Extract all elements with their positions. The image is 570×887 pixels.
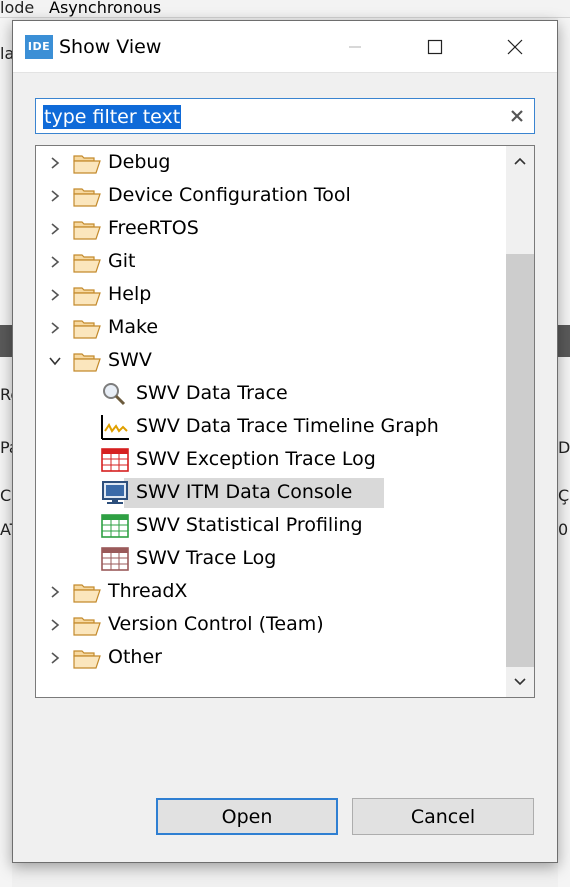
folder-icon	[71, 250, 103, 274]
tree-item-label: Version Control (Team)	[108, 613, 324, 635]
tree-item-label: FreeRTOS	[108, 217, 199, 239]
filter-input[interactable]: type filter text	[35, 98, 535, 134]
chevron-right-icon[interactable]	[47, 221, 63, 237]
timeline-graph-icon	[99, 415, 131, 440]
background-fragment: C	[0, 486, 12, 505]
folder-icon	[71, 613, 103, 637]
dialog-title: Show View	[59, 36, 162, 58]
tree-folder-item[interactable]: Git	[36, 247, 504, 277]
close-button[interactable]	[487, 21, 543, 73]
background-fragment: la	[0, 44, 12, 63]
red-table-icon	[99, 448, 131, 472]
folder-icon	[71, 316, 103, 340]
chevron-down-icon[interactable]	[47, 353, 63, 369]
show-view-dialog: IDE Show View type filter text Debug Devi…	[12, 20, 558, 863]
tree-folder-item[interactable]: ThreadX	[36, 577, 504, 607]
background-fragment: AT	[0, 520, 12, 539]
minimize-button[interactable]	[327, 21, 383, 73]
chevron-up-icon	[514, 157, 526, 165]
folder-icon	[71, 283, 103, 307]
chevron-right-icon[interactable]	[47, 188, 63, 204]
background-fragment: 0	[558, 520, 569, 539]
tree-item-label: Git	[108, 250, 136, 272]
folder-icon	[71, 646, 103, 670]
folder-icon	[71, 349, 103, 373]
background-right-dark-band	[558, 325, 570, 357]
chevron-right-icon[interactable]	[47, 320, 63, 336]
filter-input-text[interactable]: type filter text	[43, 105, 182, 129]
chevron-right-icon[interactable]	[47, 254, 63, 270]
chevron-right-icon[interactable]	[47, 617, 63, 633]
tree-item-label: Help	[108, 283, 152, 305]
tree-item-label: Other	[108, 646, 162, 668]
chevron-right-icon[interactable]	[47, 155, 63, 171]
scroll-up-button[interactable]	[506, 146, 534, 176]
tree-item-label: SWV ITM Data Console	[136, 481, 353, 503]
close-icon	[507, 39, 523, 55]
background-fragment: Re	[0, 385, 12, 404]
tree-item-label: SWV Exception Trace Log	[136, 448, 376, 470]
tree-view-item[interactable]: SWV Exception Trace Log	[36, 445, 504, 475]
tree-folder-item[interactable]: FreeRTOS	[36, 214, 504, 244]
folder-icon	[71, 151, 103, 175]
tree-item-label: Debug	[108, 151, 171, 173]
tree-item-label: SWV Trace Log	[136, 547, 277, 569]
folder-icon	[71, 184, 103, 208]
clear-icon	[511, 110, 523, 122]
magnifier-icon	[99, 382, 131, 406]
background-fragment: Ç	[558, 486, 570, 505]
folder-icon	[71, 217, 103, 241]
background-left-dark-band	[0, 325, 12, 357]
folder-icon	[71, 580, 103, 604]
tree-scrollbar[interactable]	[506, 146, 534, 697]
minimize-icon	[349, 46, 361, 48]
background-async-label: Asynchronous	[49, 0, 162, 17]
tree-folder-item[interactable]: Debug	[36, 148, 504, 178]
background-fragment: Pa	[0, 438, 12, 457]
tree-view-item[interactable]: SWV Trace Log	[36, 544, 504, 574]
tree-folder-item[interactable]: Help	[36, 280, 504, 310]
tree-folder-item[interactable]: Make	[36, 313, 504, 343]
tree-item-label: SWV Data Trace	[136, 382, 288, 404]
tree-folder-item[interactable]: Device Configuration Tool	[36, 181, 504, 211]
maximize-icon	[427, 39, 443, 55]
chevron-right-icon[interactable]	[47, 650, 63, 666]
background-toolbar: lode Asynchronous	[0, 0, 570, 18]
tree-item-label: SWV Data Trace Timeline Graph	[136, 415, 439, 437]
tree-item-label: Device Configuration Tool	[108, 184, 351, 206]
ide-app-icon: IDE	[25, 35, 53, 59]
tree-item-label: SWV Statistical Profiling	[136, 514, 363, 536]
scroll-thumb[interactable]	[506, 254, 534, 667]
tree-view-item[interactable]: SWV Data Trace	[36, 379, 504, 409]
tree-item-label: SWV	[108, 349, 152, 371]
tree-item-label: ThreadX	[108, 580, 188, 602]
tree-view-item[interactable]: SWV Statistical Profiling	[36, 511, 504, 541]
view-tree[interactable]: Debug Device Configuration Tool FreeRTOS Gi…	[35, 145, 535, 698]
console-monitor-icon	[99, 481, 131, 505]
tree-view-item[interactable]: SWV ITM Data Console	[36, 478, 504, 508]
cancel-button[interactable]: Cancel	[352, 798, 534, 835]
scroll-down-button[interactable]	[506, 667, 534, 697]
tree-view-item[interactable]: SWV Data Trace Timeline Graph	[36, 412, 504, 442]
chevron-right-icon[interactable]	[47, 584, 63, 600]
tree-folder-item[interactable]: SWV	[36, 346, 504, 376]
brown-table-icon	[99, 547, 131, 571]
clear-filter-button[interactable]	[506, 105, 528, 127]
maximize-button[interactable]	[407, 21, 463, 73]
background-mode-label: lode	[0, 0, 35, 17]
title-bar[interactable]: IDE Show View	[13, 21, 557, 73]
tree-folder-item[interactable]: Version Control (Team)	[36, 610, 504, 640]
open-button[interactable]: Open	[156, 798, 338, 835]
tree-item-label: Make	[108, 316, 159, 338]
chevron-down-icon	[514, 678, 526, 686]
chevron-right-icon[interactable]	[47, 287, 63, 303]
background-fragment: D	[558, 438, 570, 457]
green-table-icon	[99, 514, 131, 538]
tree-folder-item[interactable]: Other	[36, 643, 504, 673]
